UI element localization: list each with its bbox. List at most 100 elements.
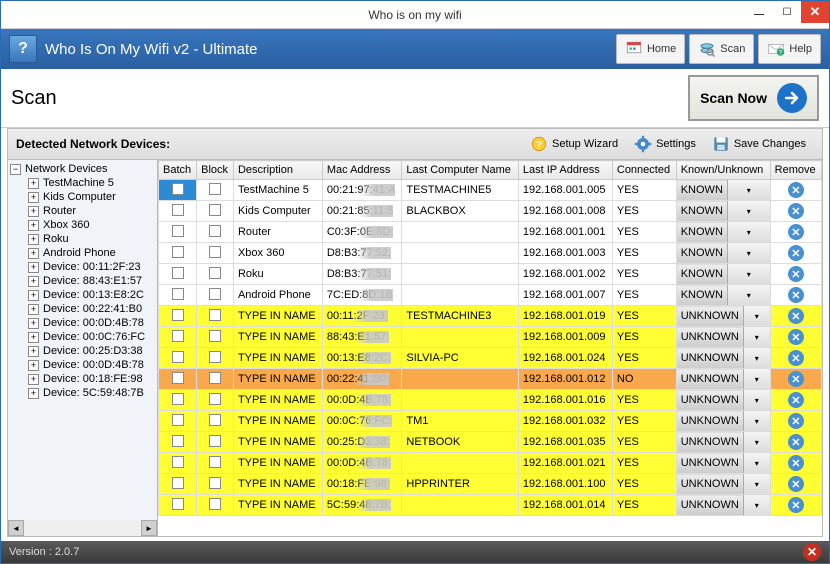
chevron-down-icon[interactable]: ▾ [743,474,770,494]
description-cell[interactable]: TYPE IN NAME [233,348,322,369]
chevron-down-icon[interactable]: ▾ [727,285,770,305]
status-close-icon[interactable]: ✕ [803,543,821,561]
description-cell[interactable]: Roku [233,264,322,285]
tree-expand-icon[interactable]: + [28,262,39,273]
tree-expand-icon[interactable]: + [28,248,39,259]
block-checkbox[interactable] [197,411,234,432]
col-ip[interactable]: Last IP Address [518,161,612,180]
remove-button[interactable]: ✕ [770,369,821,390]
description-cell[interactable]: Router [233,222,322,243]
block-checkbox[interactable] [197,453,234,474]
batch-checkbox[interactable] [159,243,197,264]
table-row[interactable]: TYPE IN NAME00:13:E8:2C:SILVIA-PC192.168… [159,348,822,369]
tree-item[interactable]: +Device: 00:0D:4B:78 [28,316,155,330]
table-row[interactable]: TYPE IN NAME00:0C:76:FC:TM1192.168.001.0… [159,411,822,432]
known-select[interactable]: UNKNOWN▾ [676,453,770,474]
chevron-down-icon[interactable]: ▾ [743,348,770,368]
remove-button[interactable]: ✕ [770,222,821,243]
tree-expand-icon[interactable]: + [28,234,39,245]
tree-expand-icon[interactable]: + [28,332,39,343]
known-select[interactable]: UNKNOWN▾ [676,390,770,411]
chevron-down-icon[interactable]: ▾ [727,180,770,200]
block-checkbox[interactable] [197,201,234,222]
table-row[interactable]: TYPE IN NAME00:11:2F:23:TESTMACHINE3192.… [159,306,822,327]
batch-checkbox[interactable] [159,432,197,453]
description-cell[interactable]: TYPE IN NAME [233,453,322,474]
table-row[interactable]: TYPE IN NAME00:18:FE:98:HPPRINTER192.168… [159,474,822,495]
scan-button[interactable]: Scan [689,34,754,64]
help-button[interactable]: ? Help [758,34,821,64]
known-select[interactable]: UNKNOWN▾ [676,495,770,516]
chevron-down-icon[interactable]: ▾ [743,495,770,515]
tree-root[interactable]: − Network Devices [10,162,155,176]
batch-checkbox[interactable] [159,474,197,495]
chevron-down-icon[interactable]: ▾ [743,432,770,452]
known-select[interactable]: UNKNOWN▾ [676,369,770,390]
tree-expand-icon[interactable]: + [28,178,39,189]
col-remove[interactable]: Remove [770,161,821,180]
batch-checkbox[interactable] [159,453,197,474]
known-select[interactable]: KNOWN▾ [676,243,770,264]
remove-button[interactable]: ✕ [770,201,821,222]
chevron-down-icon[interactable]: ▾ [743,411,770,431]
col-known[interactable]: Known/Unknown [676,161,770,180]
remove-button[interactable]: ✕ [770,432,821,453]
save-changes-button[interactable]: Save Changes [704,133,814,155]
batch-checkbox[interactable] [159,369,197,390]
description-cell[interactable]: TestMachine 5 [233,180,322,201]
known-select[interactable]: KNOWN▾ [676,180,770,201]
remove-button[interactable]: ✕ [770,327,821,348]
description-cell[interactable]: TYPE IN NAME [233,432,322,453]
block-checkbox[interactable] [197,327,234,348]
tree-collapse-icon[interactable]: − [10,164,21,175]
scan-now-button[interactable]: Scan Now [688,75,819,121]
batch-checkbox[interactable] [159,495,197,516]
table-row[interactable]: RouterC0:3F:0E:8D:192.168.001.001YESKNOW… [159,222,822,243]
chevron-down-icon[interactable]: ▾ [727,222,770,242]
block-checkbox[interactable] [197,264,234,285]
block-checkbox[interactable] [197,474,234,495]
maximize-button[interactable]: ☐ [773,1,801,23]
description-cell[interactable]: TYPE IN NAME [233,411,322,432]
block-checkbox[interactable] [197,222,234,243]
description-cell[interactable]: TYPE IN NAME [233,306,322,327]
setup-wizard-button[interactable]: ? Setup Wizard [522,133,626,155]
scroll-left-icon[interactable]: ◄ [8,520,24,536]
batch-checkbox[interactable] [159,222,197,243]
tree-expand-icon[interactable]: + [28,304,39,315]
table-row[interactable]: Android Phone7C:ED:8D:1B192.168.001.007Y… [159,285,822,306]
description-cell[interactable]: Android Phone [233,285,322,306]
block-checkbox[interactable] [197,432,234,453]
block-checkbox[interactable] [197,348,234,369]
table-row[interactable]: TestMachine 500:21:97:41:ATESTMACHINE519… [159,180,822,201]
block-checkbox[interactable] [197,285,234,306]
table-row[interactable]: RokuD8:B3:77:51:192.168.001.002YESKNOWN▾… [159,264,822,285]
description-cell[interactable]: TYPE IN NAME [233,369,322,390]
known-select[interactable]: KNOWN▾ [676,222,770,243]
tree-item[interactable]: +Device: 88:43:E1:57 [28,274,155,288]
home-button[interactable]: Home [616,34,685,64]
batch-checkbox[interactable] [159,180,197,201]
description-cell[interactable]: TYPE IN NAME [233,327,322,348]
batch-checkbox[interactable] [159,327,197,348]
settings-button[interactable]: Settings [626,133,704,155]
device-tree[interactable]: − Network Devices +TestMachine 5+Kids Co… [8,160,158,536]
batch-checkbox[interactable] [159,264,197,285]
batch-checkbox[interactable] [159,348,197,369]
col-block[interactable]: Block [197,161,234,180]
tree-item[interactable]: +Router [28,204,155,218]
chevron-down-icon[interactable]: ▾ [743,306,770,326]
known-select[interactable]: UNKNOWN▾ [676,411,770,432]
scroll-right-icon[interactable]: ► [141,520,157,536]
chevron-down-icon[interactable]: ▾ [727,264,770,284]
known-select[interactable]: UNKNOWN▾ [676,306,770,327]
tree-scrollbar[interactable]: ◄ ► [8,520,157,536]
block-checkbox[interactable] [197,180,234,201]
tree-expand-icon[interactable]: + [28,374,39,385]
table-row[interactable]: Xbox 360D8:B3:77:52:192.168.001.003YESKN… [159,243,822,264]
table-row[interactable]: TYPE IN NAME00:0D:4B:78:192.168.001.016Y… [159,390,822,411]
device-grid[interactable]: Batch Block Description Mac Address Last… [158,160,822,536]
tree-item[interactable]: +Xbox 360 [28,218,155,232]
tree-item[interactable]: +TestMachine 5 [28,176,155,190]
batch-checkbox[interactable] [159,411,197,432]
